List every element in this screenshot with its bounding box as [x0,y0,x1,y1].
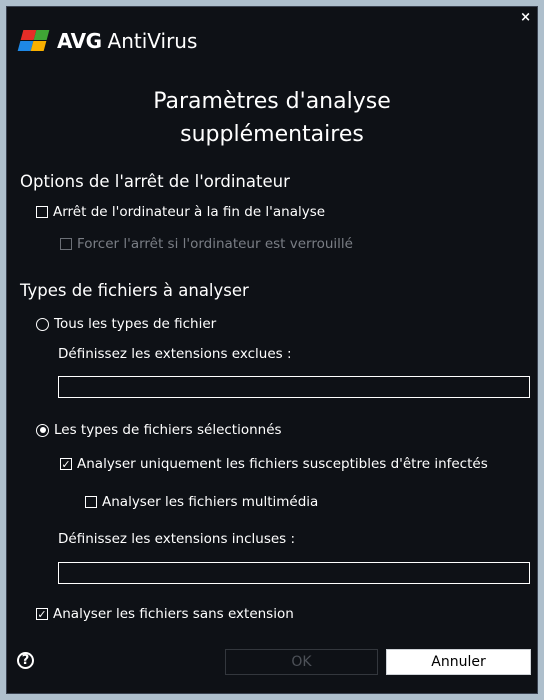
multimedia-checkbox[interactable] [85,496,97,508]
close-icon[interactable]: × [520,10,531,25]
excluded-extensions-label: Définissez les extensions exclues : [58,346,292,362]
page-title: Paramètres d'analyse supplémentaires [7,85,537,151]
force-shutdown-label: Forcer l'arrêt si l'ordinateur est verro… [77,236,353,252]
ok-button: OK [225,649,378,675]
brand-name: AVG [57,29,102,53]
selected-types-label: Les types de fichiers sélectionnés [54,422,282,438]
infectable-checkbox-row[interactable]: ✓ Analyser uniquement les fichiers susce… [60,456,488,472]
shutdown-options-heading: Options de l'arrêt de l'ordinateur [20,172,290,191]
all-types-radio-row[interactable]: Tous les types de fichier [36,316,216,332]
multimedia-label: Analyser les fichiers multimédia [102,494,319,510]
cancel-button[interactable]: Annuler [386,649,531,675]
brand-product: AntiVirus [107,29,198,53]
force-shutdown-checkbox [60,238,72,250]
shutdown-checkbox-row[interactable]: Arrêt de l'ordinateur à la fin de l'anal… [36,204,325,220]
title-line-1: Paramètres d'analyse [153,89,391,114]
force-shutdown-checkbox-row: Forcer l'arrêt si l'ordinateur est verro… [60,236,353,252]
included-extensions-input[interactable] [58,562,530,584]
included-extensions-label: Définissez les extensions incluses : [58,531,296,547]
dialog-window: × AVG AntiVirus Paramètres d'analyse sup… [6,6,538,694]
shutdown-checkbox[interactable] [36,206,48,218]
selected-types-radio-row[interactable]: Les types de fichiers sélectionnés [36,422,282,438]
title-line-2: supplémentaires [180,122,364,147]
excluded-extensions-input[interactable] [58,376,530,398]
multimedia-checkbox-row[interactable]: Analyser les fichiers multimédia [85,494,318,510]
shutdown-checkbox-label: Arrêt de l'ordinateur à la fin de l'anal… [53,204,326,220]
selected-types-radio[interactable] [36,423,49,437]
avg-logo-icon [17,30,50,52]
help-icon[interactable]: ? [17,652,34,669]
all-types-radio[interactable] [36,317,49,331]
infectable-label: Analyser uniquement les fichiers suscept… [77,456,488,472]
infectable-checkbox[interactable]: ✓ [60,458,72,470]
all-types-label: Tous les types de fichier [54,316,217,332]
no-extension-checkbox[interactable]: ✓ [36,608,48,620]
brand-header: AVG AntiVirus [17,29,198,53]
no-extension-checkbox-row[interactable]: ✓ Analyser les fichiers sans extension [36,606,294,622]
no-extension-label: Analyser les fichiers sans extension [53,606,294,622]
file-types-heading: Types de fichiers à analyser [20,281,249,300]
